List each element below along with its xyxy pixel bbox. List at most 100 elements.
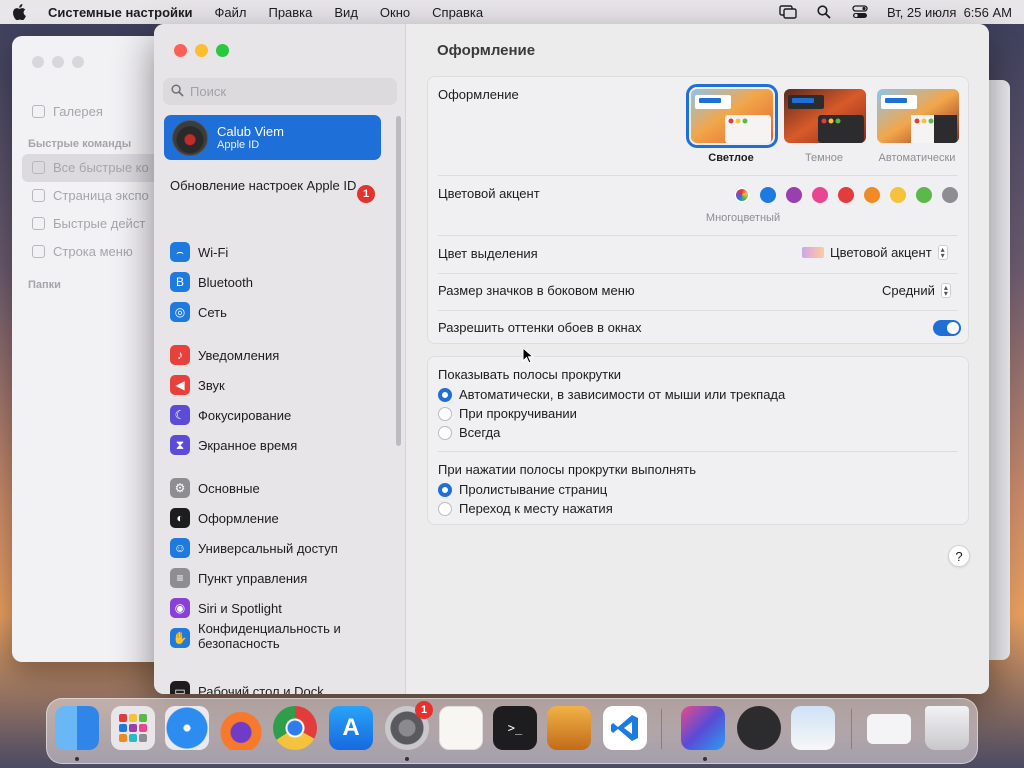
sidebar-item[interactable]: ⧗ Экранное время	[170, 435, 297, 455]
appearance-light-thumb[interactable]	[686, 84, 778, 148]
sidebar-item[interactable]: ◎ Сеть	[170, 302, 227, 322]
terminal-icon[interactable]: >_	[493, 706, 537, 750]
garageband-icon[interactable]	[547, 706, 591, 750]
menu-edit[interactable]: Правка	[268, 5, 312, 20]
spotlight-search-icon[interactable]	[815, 5, 833, 19]
bg-minimize-button[interactable]	[52, 56, 64, 68]
sidebar: Calub Viem Apple ID Обновление настроек …	[154, 24, 406, 694]
zoom-button[interactable]	[216, 44, 229, 57]
menu-window[interactable]: Окно	[380, 5, 410, 20]
wallpaper-tint-toggle[interactable]	[933, 320, 961, 336]
search-field[interactable]	[163, 78, 397, 105]
icon-size-value: Средний	[882, 283, 935, 298]
appearance-auto-thumb[interactable]	[877, 89, 959, 143]
accent-color-swatch[interactable]	[890, 187, 906, 203]
bg-zoom-button[interactable]	[72, 56, 84, 68]
sidebar-item-label: Siri и Spotlight	[198, 600, 282, 616]
appearance-label: Оформление	[438, 87, 519, 102]
apple-id-update-item[interactable]: Обновление настроек Apple ID	[170, 178, 380, 194]
apple-id-account[interactable]: Calub Viem Apple ID	[164, 115, 381, 160]
sidebar-item[interactable]: ◐ Оформление	[170, 508, 279, 528]
accent-color-swatch[interactable]	[838, 187, 854, 203]
preview-icon[interactable]	[791, 706, 835, 750]
apple-icon[interactable]	[12, 4, 28, 20]
appearance-option-auto[interactable]: Автоматически	[867, 152, 967, 164]
firefox-icon[interactable]	[219, 706, 263, 750]
running-indicator	[405, 757, 409, 761]
click-jump-radio[interactable]: Переход к месту нажатия	[438, 501, 613, 516]
menu-bar: Системные настройки Файл Правка Вид Окно…	[0, 0, 1024, 24]
sidebar-item[interactable]: ◉ Siri и Spotlight	[170, 598, 282, 618]
shortcuts-icon[interactable]	[681, 706, 725, 750]
close-button[interactable]	[174, 44, 187, 57]
minimize-button[interactable]	[195, 44, 208, 57]
downloads-icon[interactable]	[867, 714, 911, 744]
sidebar-scrollbar[interactable]	[396, 116, 401, 446]
sidebar-item[interactable]: ⚙ Основные	[170, 478, 260, 498]
chrome-icon[interactable]	[273, 706, 317, 750]
sidebar-item[interactable]: ≡ Пункт управления	[170, 568, 307, 588]
help-button[interactable]: ?	[948, 545, 970, 567]
divider	[438, 235, 958, 236]
sidebar-item[interactable]: ☾ Фокусирование	[170, 405, 291, 425]
appearance-dark-thumb[interactable]	[784, 89, 866, 143]
sidebar-icon-size-label: Размер значков в боковом меню	[438, 283, 635, 298]
accent-color-swatch[interactable]	[734, 187, 750, 203]
sidebar-item[interactable]: ▭ Рабочий стол и Dock	[170, 681, 324, 694]
textedit-icon[interactable]	[439, 706, 483, 750]
accent-color-swatch[interactable]	[786, 187, 802, 203]
folder-icon	[32, 161, 45, 174]
sidebar-item[interactable]: ◀ Звук	[170, 375, 225, 395]
appearance-option-light[interactable]: Светлое	[681, 152, 781, 164]
icon-size-popup[interactable]: Средний ▴ ▾	[882, 283, 951, 298]
sidebar-item[interactable]: B Bluetooth	[170, 272, 253, 292]
menu-help[interactable]: Справка	[432, 5, 483, 20]
bg-close-button[interactable]	[32, 56, 44, 68]
app-store-icon[interactable]: A	[329, 706, 373, 750]
sidebar-item[interactable]: ♪ Уведомления	[170, 345, 279, 365]
menu-view[interactable]: Вид	[334, 5, 358, 20]
sidebar-item-label: Рабочий стол и Dock	[198, 683, 324, 695]
quicktime-icon[interactable]	[737, 706, 781, 750]
accent-color-swatch[interactable]	[812, 187, 828, 203]
click-page-radio[interactable]: Пролистывание страниц	[438, 482, 607, 497]
sidebar-item[interactable]: ✋ Конфиденциальность и безопасность	[170, 621, 358, 651]
highlight-color-popup[interactable]: Цветовой акцент ▴ ▾	[802, 245, 948, 260]
dock-icon: ▭	[170, 681, 190, 694]
accent-color-swatch[interactable]	[942, 187, 958, 203]
bg-section-shortcuts: Быстрые команды	[28, 138, 132, 150]
finder-icon[interactable]	[55, 706, 99, 750]
menu-clock[interactable]: Вт, 25 июля 6:56 AM	[887, 5, 1012, 20]
accent-color-swatch[interactable]	[864, 187, 880, 203]
trash-icon[interactable]	[925, 706, 969, 750]
scrollbars-auto-radio[interactable]: Автоматически, в зависимости от мыши или…	[438, 387, 785, 402]
accent-color-swatch[interactable]	[760, 187, 776, 203]
control-center-icon[interactable]	[851, 5, 869, 19]
click-scrollbar-label: При нажатии полосы прокрутки выполнять	[438, 462, 697, 477]
vscode-icon[interactable]	[603, 706, 647, 750]
dock: A >_ 1	[46, 698, 978, 764]
sidebar-item-label: Bluetooth	[198, 274, 253, 290]
sidebar-item-label: Звук	[198, 377, 225, 393]
screen-mirroring-icon[interactable]	[779, 5, 797, 19]
launchpad-icon[interactable]	[111, 706, 155, 750]
appearance-option-dark[interactable]: Темное	[774, 152, 874, 164]
sidebar-item-label: Сеть	[198, 304, 227, 320]
accessibility-icon: ☺	[170, 538, 190, 558]
account-name: Calub Viem	[217, 124, 284, 139]
sidebar-item-label: Wi‑Fi	[198, 244, 229, 260]
bg-item-label: Галерея	[53, 104, 103, 119]
menu-app-name[interactable]: Системные настройки	[48, 5, 193, 20]
sidebar-item[interactable]: ☺ Универсальный доступ	[170, 538, 338, 558]
scrollbars-always-radio[interactable]: Всегда	[438, 425, 500, 440]
safari-icon[interactable]	[165, 706, 209, 750]
search-input[interactable]	[190, 84, 380, 99]
menubar-icon	[32, 245, 45, 258]
radio-button-selected	[438, 482, 452, 497]
scrollbars-scrolling-radio[interactable]: При прокручивании	[438, 406, 577, 421]
accent-color-swatch[interactable]	[916, 187, 932, 203]
control-center-icon: ≡	[170, 568, 190, 588]
sidebar-item-label: Экранное время	[198, 437, 298, 453]
sidebar-item[interactable]: ⌢ Wi‑Fi	[170, 242, 228, 262]
menu-file[interactable]: Файл	[215, 5, 247, 20]
